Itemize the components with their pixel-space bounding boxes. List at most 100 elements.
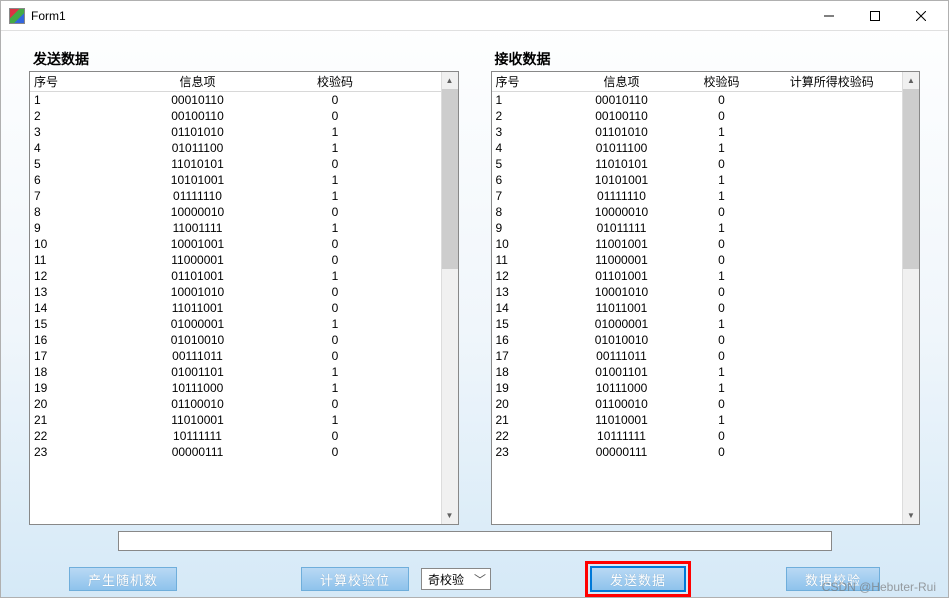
table-row[interactable]: 5110101010 (492, 156, 903, 172)
send-panel: 发送数据 序号 信息项 校验码 100010110020010011003011… (29, 49, 459, 525)
table-row[interactable]: 20011000100 (30, 396, 441, 412)
send-listview[interactable]: 序号 信息项 校验码 10001011002001001100301101010… (29, 71, 459, 525)
send-header-info[interactable]: 信息项 (120, 73, 275, 90)
cell-index: 15 (492, 317, 562, 331)
scroll-track[interactable] (442, 89, 458, 507)
table-row[interactable]: 21110100011 (30, 412, 441, 428)
cell-check: 1 (275, 381, 395, 395)
table-row[interactable]: 8100000100 (492, 204, 903, 220)
table-row[interactable]: 13100010100 (30, 284, 441, 300)
table-row[interactable]: 12011010011 (492, 268, 903, 284)
recv-header-index[interactable]: 序号 (492, 73, 562, 90)
titlebar[interactable]: Form1 (1, 1, 948, 31)
cell-info: 11010101 (562, 157, 682, 171)
send-header-check[interactable]: 校验码 (275, 73, 395, 90)
recv-header-check[interactable]: 校验码 (682, 73, 762, 90)
table-row[interactable]: 22101111110 (30, 428, 441, 444)
scroll-thumb[interactable] (903, 89, 919, 269)
table-row[interactable]: 13100010100 (492, 284, 903, 300)
scroll-down-button[interactable]: ▼ (903, 507, 919, 524)
cell-index: 23 (30, 445, 120, 459)
table-row[interactable]: 1000101100 (30, 92, 441, 108)
app-window: Form1 发送数据 序号 信息项 校验码 (0, 0, 949, 598)
table-row[interactable]: 17001110110 (492, 348, 903, 364)
table-row[interactable]: 23000001110 (492, 444, 903, 460)
scroll-down-button[interactable]: ▼ (442, 507, 458, 524)
table-row[interactable]: 15010000011 (492, 316, 903, 332)
cell-info: 00000111 (562, 445, 682, 459)
table-row[interactable]: 17001110110 (30, 348, 441, 364)
table-row[interactable]: 8100000100 (30, 204, 441, 220)
table-row[interactable]: 6101010011 (492, 172, 903, 188)
cell-info: 11011001 (562, 301, 682, 315)
table-row[interactable]: 1000101100 (492, 92, 903, 108)
table-row[interactable]: 10110010010 (492, 236, 903, 252)
scroll-track[interactable] (903, 89, 919, 507)
table-row[interactable]: 4010111001 (30, 140, 441, 156)
cell-index: 3 (30, 125, 120, 139)
cell-index: 18 (492, 365, 562, 379)
cell-check: 0 (275, 301, 395, 315)
table-row[interactable]: 19101110001 (492, 380, 903, 396)
table-row[interactable]: 16010100100 (30, 332, 441, 348)
minimize-button[interactable] (806, 1, 852, 31)
table-row[interactable]: 3011010101 (492, 124, 903, 140)
scroll-up-button[interactable]: ▲ (442, 72, 458, 89)
send-header-index[interactable]: 序号 (30, 73, 120, 90)
cell-check: 0 (682, 285, 762, 299)
table-row[interactable]: 20011000100 (492, 396, 903, 412)
table-row[interactable]: 11110000010 (30, 252, 441, 268)
cell-info: 01001101 (562, 365, 682, 379)
table-row[interactable]: 2001001100 (30, 108, 441, 124)
cell-check: 0 (275, 109, 395, 123)
send-data-button[interactable]: 发送数据 (591, 567, 685, 591)
table-row[interactable]: 15010000011 (30, 316, 441, 332)
message-input[interactable] (118, 531, 832, 551)
cell-index: 21 (30, 413, 120, 427)
cell-info: 00111011 (120, 349, 275, 363)
recv-header-info[interactable]: 信息项 (562, 73, 682, 90)
recv-scrollbar[interactable]: ▲ ▼ (902, 72, 919, 524)
recv-listview[interactable]: 序号 信息项 校验码 计算所得校验码 100010110020010011003… (491, 71, 921, 525)
table-row[interactable]: 14110110010 (492, 300, 903, 316)
table-row[interactable]: 6101010011 (30, 172, 441, 188)
cell-index: 19 (492, 381, 562, 395)
table-row[interactable]: 3011010101 (30, 124, 441, 140)
cell-check: 0 (682, 445, 762, 459)
cell-check: 0 (275, 93, 395, 107)
send-scrollbar[interactable]: ▲ ▼ (441, 72, 458, 524)
table-row[interactable]: 22101111110 (492, 428, 903, 444)
chevron-down-icon: ﹀ (472, 571, 488, 588)
table-row[interactable]: 18010011011 (30, 364, 441, 380)
generate-random-button[interactable]: 产生随机数 (69, 567, 177, 591)
table-row[interactable]: 16010100100 (492, 332, 903, 348)
table-row[interactable]: 4010111001 (492, 140, 903, 156)
cell-info: 10000010 (120, 205, 275, 219)
scroll-thumb[interactable] (442, 89, 458, 269)
recv-header-calc[interactable]: 计算所得校验码 (762, 73, 903, 90)
cell-check: 1 (682, 221, 762, 235)
table-row[interactable]: 7011111101 (30, 188, 441, 204)
table-row[interactable]: 12011010011 (30, 268, 441, 284)
cell-check: 0 (275, 285, 395, 299)
cell-info: 10111000 (562, 381, 682, 395)
parity-combo[interactable]: 奇校验 ﹀ (421, 568, 491, 590)
table-row[interactable]: 10100010010 (30, 236, 441, 252)
table-row[interactable]: 21110100011 (492, 412, 903, 428)
cell-check: 0 (275, 205, 395, 219)
table-row[interactable]: 5110101010 (30, 156, 441, 172)
calc-check-button[interactable]: 计算校验位 (301, 567, 409, 591)
table-row[interactable]: 2001001100 (492, 108, 903, 124)
table-row[interactable]: 9110011111 (30, 220, 441, 236)
maximize-button[interactable] (852, 1, 898, 31)
table-row[interactable]: 23000001110 (30, 444, 441, 460)
table-row[interactable]: 7011111101 (492, 188, 903, 204)
table-row[interactable]: 18010011011 (492, 364, 903, 380)
scroll-up-button[interactable]: ▲ (903, 72, 919, 89)
table-row[interactable]: 19101110001 (30, 380, 441, 396)
table-row[interactable]: 11110000010 (492, 252, 903, 268)
table-row[interactable]: 9010111111 (492, 220, 903, 236)
table-row[interactable]: 14110110010 (30, 300, 441, 316)
close-button[interactable] (898, 1, 944, 31)
minimize-icon (824, 11, 834, 21)
